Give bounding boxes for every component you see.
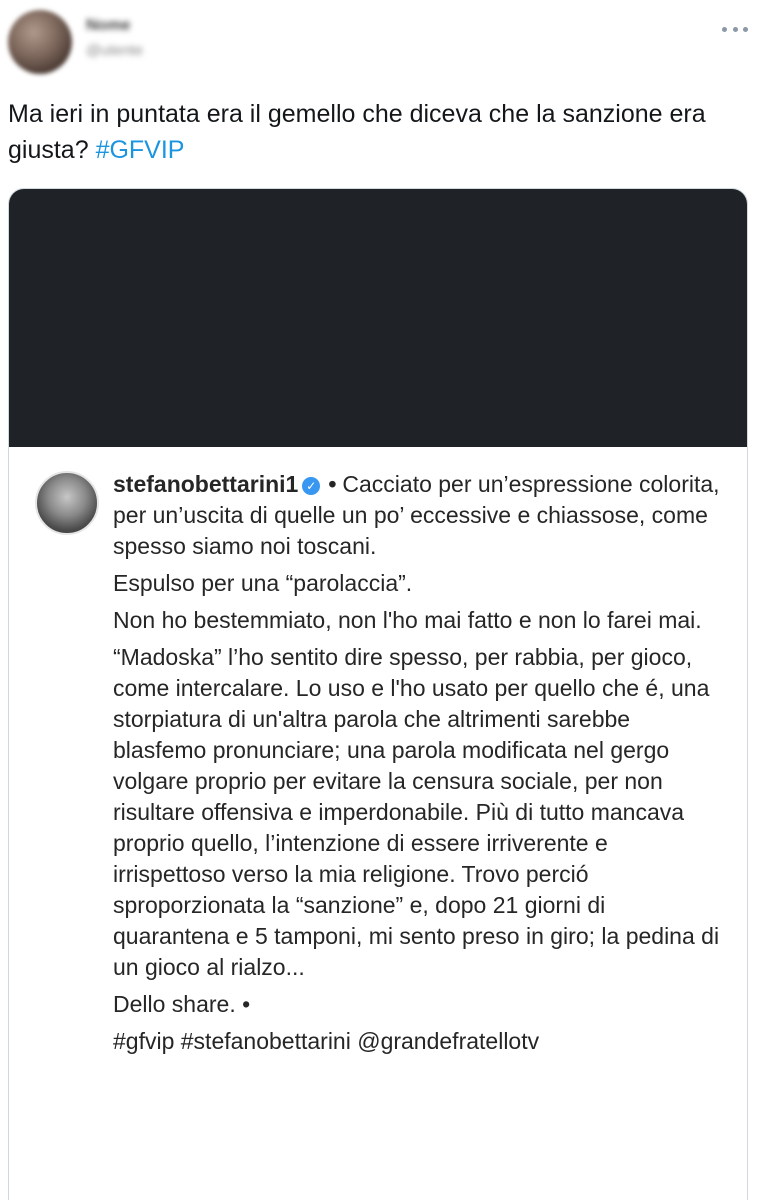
user-block: Nome @utente — [86, 16, 386, 72]
tweet-header: Nome @utente — [8, 8, 752, 78]
user-avatar[interactable] — [8, 10, 72, 74]
caption-paragraph: “Madoska” l’ho sentito dire spesso, per … — [113, 644, 720, 980]
caption-paragraph: Non ho bestemmiato, non l'ho mai fatto e… — [113, 607, 702, 633]
tweet-text: Ma ieri in puntata era il gemello che di… — [8, 96, 738, 168]
tweet-screenshot: Nome @utente Ma ieri in puntata era il g… — [0, 0, 760, 1200]
verified-badge-icon: ✓ — [302, 477, 321, 495]
media-card[interactable]: stefanobettarini1 ✓ • Cacciato per un’espre… — [8, 188, 748, 1200]
instagram-username: stefanobettarini1 — [113, 471, 299, 497]
caption-paragraph: Dello share. • — [113, 991, 251, 1017]
caption-paragraph: Espulso per una “parolaccia”. — [113, 570, 413, 596]
more-horizontal-icon[interactable] — [722, 22, 748, 36]
media-dark-band — [9, 189, 747, 447]
user-handle: @utente — [86, 42, 143, 59]
caption-hashtags: #gfvip #stefanobettarini @grandefratello… — [113, 1028, 540, 1054]
instagram-caption: stefanobettarini1 ✓ • Cacciato per un’espre… — [113, 469, 723, 1063]
instagram-avatar — [35, 471, 99, 535]
hashtag-link[interactable]: #GFVIP — [96, 136, 185, 164]
display-name[interactable]: Nome — [86, 16, 386, 36]
instagram-post: stefanobettarini1 ✓ • Cacciato per un’espre… — [9, 447, 747, 1200]
separator-dot: • — [328, 471, 337, 497]
